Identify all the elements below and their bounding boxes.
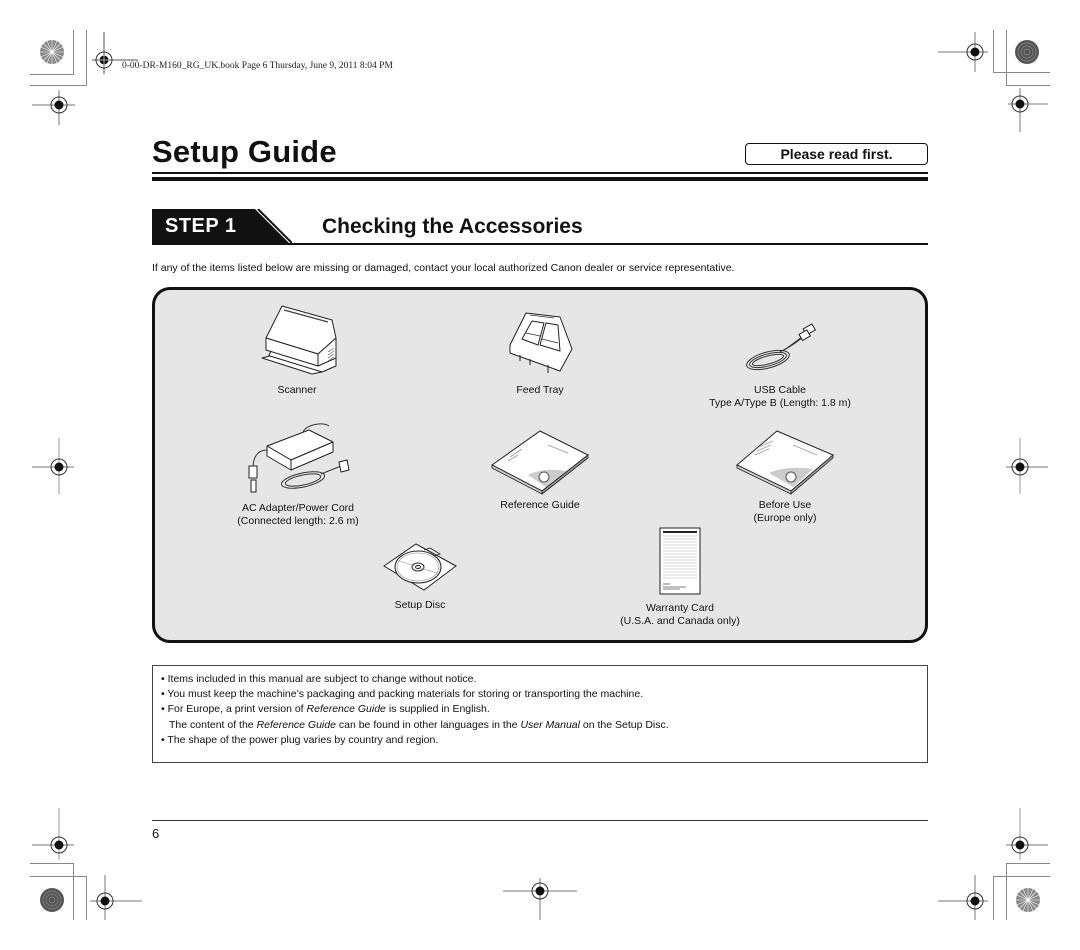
- step-title: Checking the Accessories: [322, 215, 583, 238]
- registration-target-icon: [1006, 808, 1048, 860]
- registration-target-icon: [1006, 438, 1048, 494]
- page-title: Setup Guide: [152, 134, 337, 169]
- registration-target-icon: [32, 438, 74, 494]
- reference-guide-title: Reference Guide: [306, 703, 386, 716]
- crop-mark: [993, 876, 994, 920]
- accessory-before-use: Before Use (Europe only): [700, 425, 870, 525]
- page-number: 6: [152, 826, 160, 841]
- note-item: • You must keep the machine’s packaging …: [161, 688, 644, 701]
- note-item: • The shape of the power plug varies by …: [161, 733, 439, 746]
- accessory-name: Setup Disc: [394, 599, 446, 611]
- notes-box: • Items included in this manual are subj…: [152, 665, 928, 763]
- accessory-name: USB Cable: [754, 384, 806, 396]
- crop-mark: [30, 863, 74, 864]
- accessory-detail: (Connected length: 2.6 m): [237, 515, 359, 527]
- step-header: STEP 1 Checking the Accessories: [152, 209, 928, 245]
- disc-icon: [383, 543, 457, 591]
- user-manual-title: User Manual: [520, 718, 580, 731]
- crop-mark: [993, 30, 994, 73]
- crop-mark: [30, 876, 87, 877]
- registration-starburst-icon: [1016, 888, 1040, 912]
- accessory-detail: Type A/Type B (Length: 1.8 m): [709, 397, 851, 409]
- feed-tray-icon: [509, 312, 573, 373]
- step-label: STEP 1: [165, 215, 237, 237]
- registration-target-icon: [938, 875, 988, 920]
- note-item: • For Europe, a print version of Referen…: [161, 703, 490, 716]
- registration-target-icon: [1008, 88, 1048, 132]
- accessory-name: Warranty Card: [646, 602, 714, 614]
- accessory-name: Before Use: [758, 499, 812, 511]
- note-item-continuation: The content of the Reference Guide can b…: [169, 718, 669, 731]
- step-rule: [152, 243, 928, 245]
- footer-rule: [152, 820, 928, 821]
- accessory-ac-adapter: AC Adapter/Power Cord (Connected length:…: [208, 418, 388, 528]
- accessory-warranty-card: Warranty Card (U.S.A. and Canada only): [590, 526, 770, 628]
- scanner-icon: [261, 305, 337, 375]
- usb-cable-icon: [746, 323, 817, 371]
- booklet-icon: [491, 430, 589, 495]
- accessory-name: Feed Tray: [516, 384, 564, 396]
- registration-concentric-icon: [40, 888, 64, 912]
- please-read-first-badge: Please read first.: [745, 143, 928, 165]
- crop-mark: [993, 876, 1050, 877]
- note-item: • Items included in this manual are subj…: [161, 673, 477, 685]
- registration-target-icon: [32, 90, 75, 125]
- crop-mark: [1006, 30, 1007, 86]
- accessory-setup-disc: Setup Disc: [335, 540, 505, 612]
- accessory-feed-tray: Feed Tray: [455, 303, 625, 397]
- registration-target-icon: [90, 875, 142, 920]
- registration-target-icon: [938, 32, 988, 72]
- accessory-usb-cable: USB Cable Type A/Type B (Length: 1.8 m): [690, 320, 870, 410]
- registration-target-icon: [32, 808, 74, 860]
- crop-mark: [30, 74, 74, 75]
- file-header: 0-00-DR-M160_RG_UK.book Page 6 Thursday,…: [122, 61, 393, 71]
- title-rule-thick: [152, 177, 928, 181]
- accessory-detail: (U.S.A. and Canada only): [620, 615, 740, 627]
- ac-adapter-icon: [248, 423, 350, 493]
- crop-mark: [1006, 863, 1050, 864]
- title-rule-thin: [152, 172, 928, 174]
- crop-mark: [86, 30, 87, 85]
- accessory-detail: (Europe only): [753, 512, 817, 524]
- accessory-name: Scanner: [277, 384, 317, 396]
- intro-text: If any of the items listed below are mis…: [152, 262, 735, 274]
- accessory-name: Reference Guide: [500, 499, 580, 511]
- crop-mark: [1006, 863, 1007, 920]
- registration-target-icon: [503, 878, 577, 920]
- accessory-scanner: Scanner: [212, 298, 382, 397]
- crop-mark: [73, 30, 74, 75]
- registration-starburst-icon: [40, 40, 64, 64]
- accessory-name: AC Adapter/Power Cord: [241, 502, 355, 514]
- booklet-icon: [736, 430, 834, 495]
- badge-label: Please read first.: [780, 146, 893, 162]
- reference-guide-title: Reference Guide: [256, 718, 336, 731]
- warranty-card-icon: [659, 527, 701, 595]
- accessory-reference-guide: Reference Guide: [455, 425, 625, 512]
